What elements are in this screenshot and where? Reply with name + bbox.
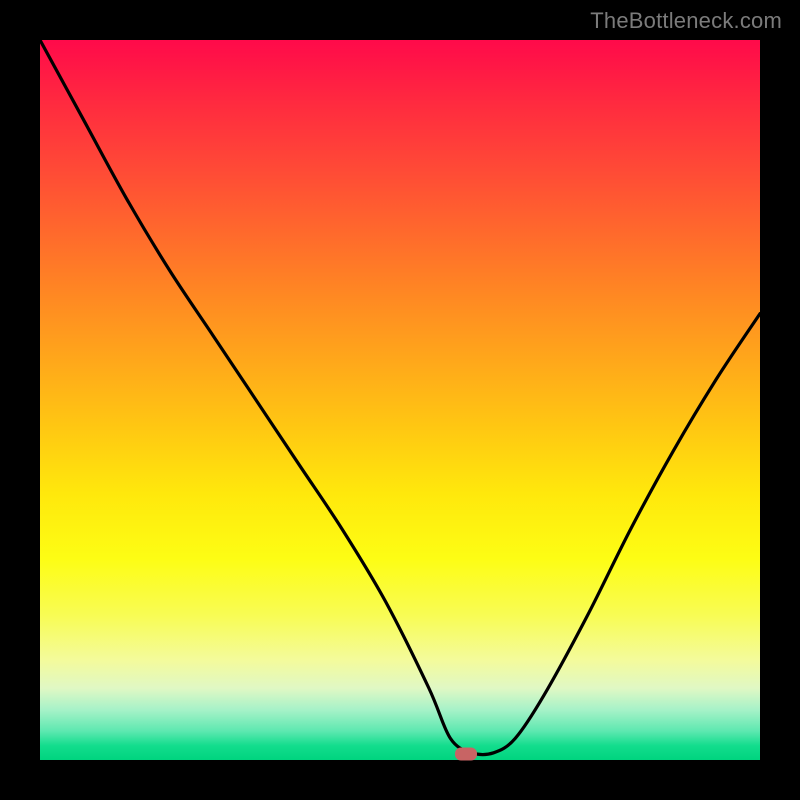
optimal-point-marker xyxy=(455,748,477,761)
watermark-text: TheBottleneck.com xyxy=(590,8,782,34)
chart-frame: TheBottleneck.com xyxy=(0,0,800,800)
bottleneck-curve xyxy=(40,40,760,760)
plot-area xyxy=(40,40,760,760)
